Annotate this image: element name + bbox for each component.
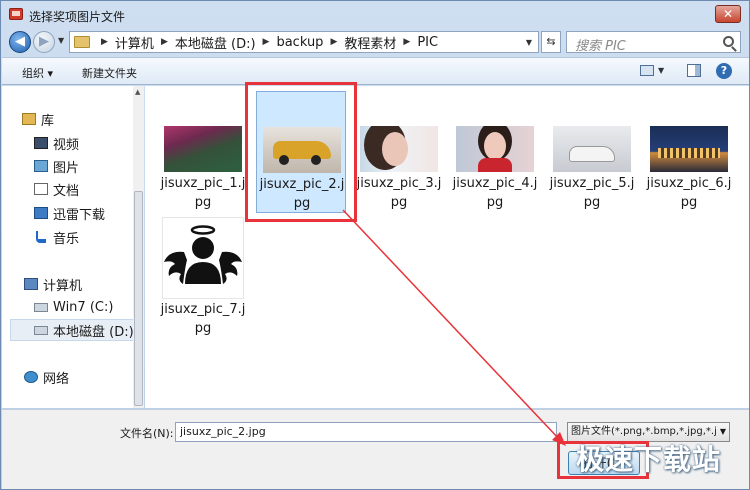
file-name: jisuxz_pic_1.jpg — [160, 176, 246, 210]
preview-pane-icon[interactable] — [687, 64, 701, 77]
car-shape — [569, 146, 615, 162]
dress-shape — [478, 158, 512, 172]
title-bar: 选择奖项图片文件 ✕ — [1, 1, 749, 29]
video-icon — [34, 137, 48, 149]
chevron-right-icon[interactable]: ▶ — [403, 37, 410, 47]
window-title: 选择奖项图片文件 — [29, 10, 126, 24]
portrait-shape — [484, 132, 506, 160]
navigation-pane: 库 视频 图片 文档 迅雷下载 音乐 计算机 Win7 (C:) 本地磁盘 (D… — [2, 86, 144, 408]
command-toolbar: 组织 ▾ 新建文件夹 ▼ ? — [2, 57, 749, 85]
app-icon — [9, 8, 23, 20]
breadcrumb-pic[interactable]: PIC — [417, 35, 438, 50]
filename-label: 文件名(N): — [120, 427, 174, 440]
file-item[interactable]: jisuxz_pic_5.jpg — [547, 86, 637, 212]
breadcrumb-drive-d[interactable]: 本地磁盘 (D:) — [175, 33, 256, 52]
sidebar-item-label: 本地磁盘 (D:) — [53, 324, 134, 340]
thumbnail-image — [360, 126, 438, 172]
sidebar-item-drive-d[interactable]: 本地磁盘 (D:) — [10, 319, 142, 341]
xunlei-icon — [34, 207, 48, 219]
document-icon — [34, 183, 48, 195]
winged-avatar-icon — [164, 225, 242, 284]
view-icon[interactable] — [640, 65, 654, 76]
search-input[interactable]: 搜索 PIC — [566, 31, 741, 54]
network-icon — [24, 371, 38, 383]
refresh-button[interactable]: ⇆ — [541, 31, 561, 53]
view-dropdown-icon[interactable]: ▼ — [658, 66, 664, 75]
sidebar-item-label: 迅雷下载 — [53, 207, 106, 223]
chevron-right-icon[interactable]: ▶ — [101, 37, 108, 47]
highlight-box-selected-file — [245, 82, 357, 222]
close-button[interactable]: ✕ — [715, 5, 741, 23]
search-icon — [723, 36, 734, 47]
chevron-right-icon[interactable]: ▶ — [330, 37, 337, 47]
file-name: jisuxz_pic_6.jpg — [646, 176, 732, 210]
city-lights-shape — [658, 148, 720, 158]
folder-icon — [74, 36, 90, 48]
address-row: ◀ ▶ ▼ ▶ 计算机 ▶ 本地磁盘 (D:) ▶ backup ▶ 教程素材 … — [1, 29, 749, 55]
breadcrumb-backup[interactable]: backup — [276, 35, 323, 50]
file-item[interactable]: jisuxz_pic_4.jpg — [450, 86, 540, 212]
sidebar-item-label: 视频 — [53, 137, 80, 153]
file-name: jisuxz_pic_3.jpg — [356, 176, 442, 210]
sidebar-item-label: 网络 — [43, 371, 70, 387]
file-item[interactable]: jisuxz_pic_3.jpg — [354, 86, 444, 212]
drive-icon — [34, 325, 48, 335]
organize-menu[interactable]: 组织 ▾ — [22, 65, 53, 81]
file-item[interactable]: jisuxz_pic_7.jpg — [158, 212, 248, 338]
forward-button[interactable]: ▶ — [33, 31, 55, 53]
recent-pages-dropdown-icon[interactable]: ▼ — [58, 36, 64, 45]
file-name: jisuxz_pic_4.jpg — [452, 176, 538, 210]
help-icon[interactable]: ? — [716, 63, 732, 79]
library-icon — [22, 113, 36, 125]
file-item[interactable]: jisuxz_pic_6.jpg — [644, 86, 734, 212]
breadcrumb-computer[interactable]: 计算机 — [115, 33, 154, 52]
thumbnail-image — [553, 126, 631, 172]
file-item[interactable]: jisuxz_pic_1.jpg — [158, 86, 248, 212]
address-bar[interactable]: ▶ 计算机 ▶ 本地磁盘 (D:) ▶ backup ▶ 教程素材 ▶ PIC … — [69, 31, 539, 53]
image-icon — [34, 160, 48, 172]
chevron-right-icon[interactable]: ▶ — [161, 37, 168, 47]
file-dialog-window: 选择奖项图片文件 ✕ ◀ ▶ ▼ ▶ 计算机 ▶ 本地磁盘 (D:) ▶ bac… — [0, 0, 750, 490]
thumbnail-image — [162, 217, 244, 299]
filetype-value: 图片文件(*.png,*.bmp,*.jpg,*.j — [571, 426, 717, 437]
sidebar-item-label: 音乐 — [53, 231, 80, 247]
file-list-pane: jisuxz_pic_1.jpg jisuxz_pic_2.jpg jisuxz… — [145, 86, 749, 408]
chevron-right-icon[interactable]: ▶ — [263, 37, 270, 47]
scroll-up-icon[interactable]: ▲ — [135, 88, 140, 96]
file-name: jisuxz_pic_7.jpg — [160, 302, 246, 336]
address-dropdown-icon[interactable]: ▼ — [526, 38, 532, 47]
thumbnail-image — [456, 126, 534, 172]
sidebar-item-label: 文档 — [53, 183, 80, 199]
music-icon — [36, 231, 46, 243]
new-folder-button[interactable]: 新建文件夹 — [82, 65, 137, 81]
thumbnail-image — [650, 126, 728, 172]
back-button[interactable]: ◀ — [9, 31, 31, 53]
file-name: jisuxz_pic_5.jpg — [549, 176, 635, 210]
computer-icon — [24, 278, 38, 290]
sidebar-scrollbar[interactable]: ▲ — [133, 86, 144, 408]
sidebar-item-label: 计算机 — [43, 278, 83, 294]
scrollbar-thumb[interactable] — [134, 191, 143, 406]
watermark-text: 极速下载站 — [576, 443, 722, 476]
sidebar-item-label: 图片 — [53, 160, 80, 176]
portrait-shape — [382, 132, 408, 166]
search-placeholder: 搜索 PIC — [575, 39, 626, 54]
filename-field[interactable]: jisuxz_pic_2.jpg — [175, 422, 557, 442]
breadcrumb-tutorial-assets[interactable]: 教程素材 — [344, 33, 396, 52]
sidebar-item-label: 库 — [41, 113, 55, 129]
thumbnail-image — [164, 126, 242, 172]
drive-icon — [34, 302, 48, 312]
sidebar-item-label: Win7 (C:) — [53, 299, 114, 315]
